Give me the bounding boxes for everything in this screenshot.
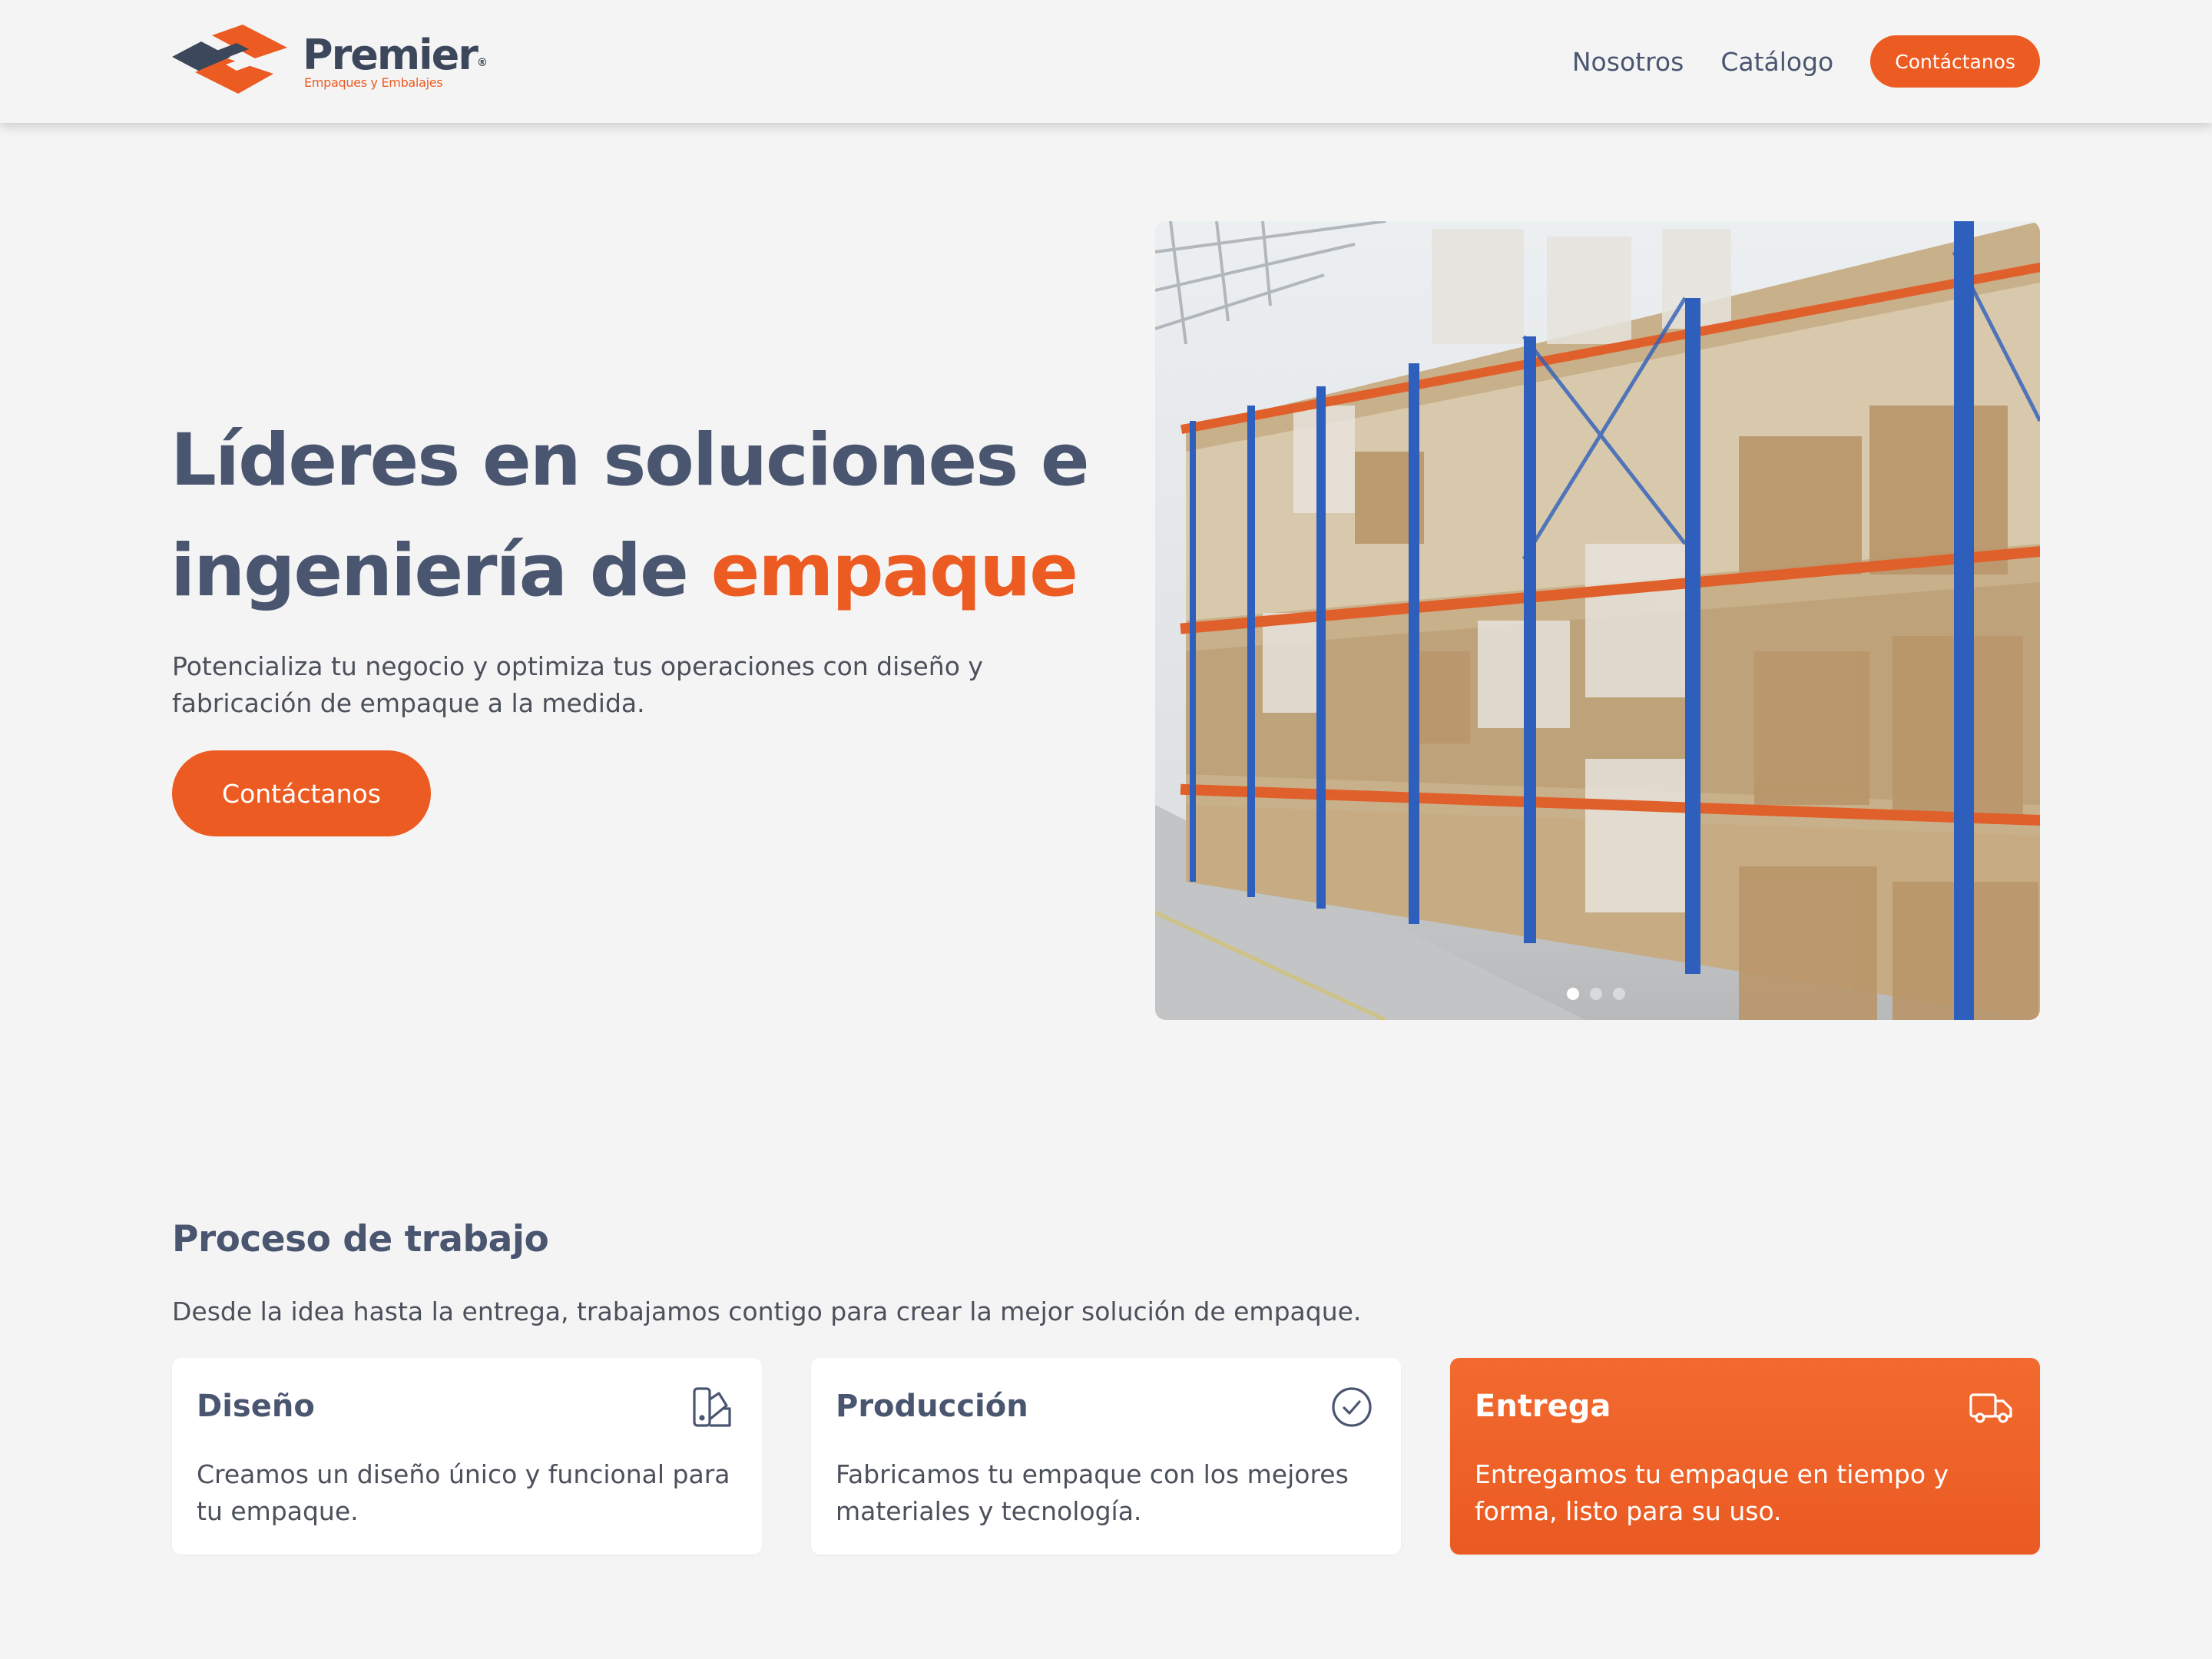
process-subtitle: Desde la idea hasta la entrega, trabajam… [172,1296,1362,1326]
warehouse-image [1155,221,2040,1020]
card-title: Entrega [1475,1389,1611,1424]
check-circle-icon [1332,1387,1372,1427]
nav-link-nosotros[interactable]: Nosotros [1572,47,1684,77]
carousel-dot-3[interactable] [1613,988,1625,1000]
card-text: Entregamos tu empaque en tiempo y forma,… [1475,1459,1949,1526]
carousel-dots [1567,988,1625,1000]
brand-tagline: Empaques y Embalajes [304,75,443,90]
card-title: Producción [836,1389,1028,1424]
card-text: Fabricamos tu empaque con los mejores ma… [836,1459,1349,1526]
main-nav: Nosotros Catálogo Contáctanos [1572,35,2040,88]
card-title: Diseño [197,1389,315,1424]
card-text: Creamos un diseño único y funcional para… [197,1459,730,1526]
carousel-dot-2[interactable] [1590,988,1602,1000]
process-card-diseno: Diseño Creamos un diseño único y funcion… [172,1358,762,1555]
premier-logo[interactable]: Premier® Empaques y Embalajes [172,25,488,98]
header-contact-button[interactable]: Contáctanos [1870,35,2040,88]
process-card-entrega: Entrega Entregamos tu empaque en tiempo … [1450,1358,2040,1555]
hero-contact-button[interactable]: Contáctanos [172,750,431,836]
process-card-produccion: Producción Fabricamos tu empaque con los… [811,1358,1401,1555]
truck-icon [1969,1393,2012,1423]
carousel-dot-1[interactable] [1567,988,1579,1000]
hero-subtitle: Potencializa tu negocio y optimiza tus o… [172,651,983,718]
hero-carousel[interactable] [1155,221,2040,1020]
hero-title: Líderes en soluciones e ingeniería de em… [171,406,1131,627]
hero-title-accent: empaque [710,529,1078,613]
premier-logo-icon [172,25,287,94]
hero-title-line2: ingeniería de [171,529,711,613]
process-title: Proceso de trabajo [172,1218,549,1260]
nav-link-catalogo[interactable]: Catálogo [1720,47,1833,77]
swatch-book-icon [693,1387,731,1427]
brand-name: Premier® [303,31,488,79]
site-header: Premier® Empaques y Embalajes Nosotros C… [0,0,2212,123]
hero-title-line1: Líderes en soluciones e [171,419,1090,502]
